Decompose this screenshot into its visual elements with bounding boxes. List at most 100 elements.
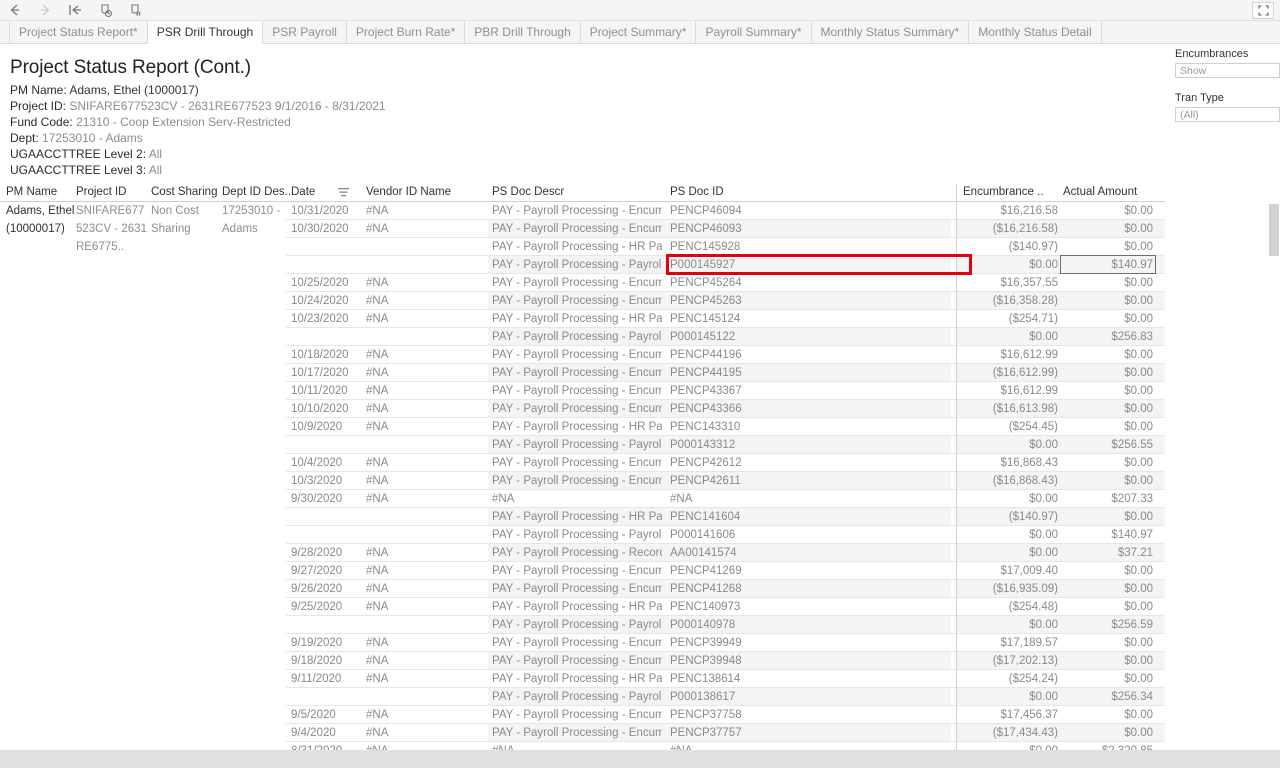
column-divider (956, 634, 957, 652)
column-divider (956, 670, 957, 688)
table-row[interactable]: 10/25/2020 #NA PAY - Payroll Processing - … (0, 274, 1165, 292)
table-row[interactable]: 10/31/2020 #NA PAY - Payroll Processing - … (0, 202, 1165, 220)
column-divider (956, 562, 957, 580)
cell-enc: $17,189.57 (1000, 637, 1058, 649)
dept-value: 17253010 - (42, 131, 103, 145)
horizontal-scrollbar[interactable] (0, 750, 1280, 768)
cell-date: 9/30/2020 (291, 493, 343, 505)
column-header-encumbrance[interactable]: Encumbrance .. (963, 186, 1044, 198)
table-row[interactable]: PAY - Payroll Processing - Payroll .. P00… (0, 526, 1165, 544)
table-row[interactable]: 10/10/2020 #NA PAY - Payroll Processing - … (0, 400, 1165, 418)
fullscreen-icon (1257, 5, 1269, 16)
horizontal-scrollbar-thumb[interactable] (0, 750, 1280, 768)
table-row[interactable]: 10/11/2020 #NA PAY - Payroll Processing - … (0, 382, 1165, 400)
cell-enc: $0.00 (1029, 691, 1058, 703)
cell-act: $0.00 (1124, 277, 1153, 289)
cell-vendor: #NA (366, 475, 389, 487)
table-row[interactable]: PAY - Payroll Processing - Payroll .. P00… (0, 436, 1165, 454)
worksheet-tab-project-burn-rate[interactable]: Project Burn Rate* (345, 21, 466, 43)
cell-enc: $16,612.99 (1000, 349, 1058, 361)
cell-act: $0.00 (1124, 367, 1153, 379)
cell-date: 10/4/2020 (291, 457, 343, 469)
column-header-ps-doc-descr[interactable]: PS Doc Descr (492, 186, 564, 198)
table-row[interactable]: 10/30/2020 #NA PAY - Payroll Processing - … (0, 220, 1165, 238)
cell-descr: PAY - Payroll Processing - HR Pay.. (492, 673, 662, 685)
cell-docid: PENCP46094 (670, 205, 742, 217)
cell-date: 10/10/2020 (291, 403, 349, 415)
column-divider (956, 724, 957, 742)
column-header-actual-amount[interactable]: Actual Amount (1063, 186, 1137, 198)
table-row[interactable]: 9/4/2020 #NA PAY - Payroll Processing - En… (0, 724, 1165, 742)
cell-vendor: #NA (366, 583, 389, 595)
worksheet-tab-payroll-summary[interactable]: Payroll Summary* (695, 21, 812, 43)
table-row[interactable]: 9/5/2020 #NA PAY - Payroll Processing - En… (0, 706, 1165, 724)
table-row[interactable]: PAY - Payroll Processing - Payroll .. P00… (0, 616, 1165, 634)
table-row[interactable]: PAY - Payroll Processing - Payroll .. P00… (0, 256, 1165, 274)
column-header-dept-id-des[interactable]: Dept ID Des.. (222, 186, 291, 198)
table-row[interactable]: 10/17/2020 #NA PAY - Payroll Processing - … (0, 364, 1165, 382)
cell-docid: PENCP37757 (670, 727, 742, 739)
table-row[interactable]: 10/3/2020 #NA PAY - Payroll Processing - E… (0, 472, 1165, 490)
refresh-data-icon[interactable] (90, 0, 120, 21)
column-header-project-id[interactable]: Project ID (76, 186, 127, 198)
cell-docid: PENCP44195 (670, 367, 742, 379)
table-row[interactable]: 9/30/2020 #NA #NA #NA $0.00 $207.33 (0, 490, 1165, 508)
fullscreen-button[interactable] (1252, 2, 1274, 19)
table-row[interactable]: 9/11/2020 #NA PAY - Payroll Processing - H… (0, 670, 1165, 688)
cell-descr: PAY - Payroll Processing - Encum.. (492, 277, 662, 289)
table-row[interactable]: 10/23/2020 #NA PAY - Payroll Processing - … (0, 310, 1165, 328)
worksheet-tab-pbr-drill-through[interactable]: PBR Drill Through (464, 21, 581, 43)
cell-enc: ($254.48) (1008, 601, 1058, 613)
worksheet-tab-monthly-status-detail[interactable]: Monthly Status Detail (968, 21, 1102, 43)
table-row[interactable]: 9/25/2020 #NA PAY - Payroll Processing - H… (0, 598, 1165, 616)
cell-vendor: #NA (366, 403, 389, 415)
table-row[interactable]: PAY - Payroll Processing - HR Pay.. PENC1… (0, 508, 1165, 526)
filter-panel: Encumbrances Show Tran Type (All) (1175, 48, 1280, 136)
cell-enc: $0.00 (1029, 547, 1058, 559)
cell-act: $0.00 (1124, 313, 1153, 325)
cell-date: 10/23/2020 (291, 313, 349, 325)
cell-docid: PENC141604 (670, 511, 741, 523)
table-row[interactable]: PAY - Payroll Processing - Payroll .. P00… (0, 688, 1165, 706)
table-row[interactable]: PAY - Payroll Processing - HR Pay.. PENC1… (0, 238, 1165, 256)
cell-vendor (366, 238, 486, 256)
table-row[interactable]: 9/27/2020 #NA PAY - Payroll Processing - E… (0, 562, 1165, 580)
table-row[interactable]: 10/18/2020 #NA PAY - Payroll Processing - … (0, 346, 1165, 364)
cell-date: 10/24/2020 (291, 295, 349, 307)
column-header-cost-sharing[interactable]: Cost Sharing (151, 186, 217, 198)
cell-date (291, 688, 353, 706)
cell-vendor: #NA (366, 277, 389, 289)
column-divider (956, 220, 957, 238)
sort-descending-icon[interactable] (338, 187, 349, 201)
pm-name-line: PM Name: Adams, Ethel (1000017) (10, 82, 710, 98)
table-row[interactable]: 10/24/2020 #NA PAY - Payroll Processing - … (0, 292, 1165, 310)
vertical-scrollbar[interactable] (1268, 184, 1280, 768)
column-header-pm-name[interactable]: PM Name (6, 186, 57, 198)
column-header-vendor-id-name[interactable]: Vendor ID Name (366, 186, 451, 198)
table-row[interactable]: 9/18/2020 #NA PAY - Payroll Processing - E… (0, 652, 1165, 670)
table-row[interactable]: 9/28/2020 #NA PAY - Payroll Processing - R… (0, 544, 1165, 562)
table-row[interactable]: PAY - Payroll Processing - Payroll .. P00… (0, 328, 1165, 346)
back-arrow-icon[interactable] (0, 0, 30, 21)
tran-type-filter-dropdown[interactable]: (All) (1175, 107, 1280, 122)
worksheet-tab-monthly-status-summary[interactable]: Monthly Status Summary* (810, 21, 970, 43)
table-row[interactable]: 10/9/2020 #NA PAY - Payroll Processing - H… (0, 418, 1165, 436)
column-header-ps-doc-id[interactable]: PS Doc ID (670, 186, 724, 198)
cell-docid: PENC138614 (670, 673, 741, 685)
worksheet-tab-psr-payroll[interactable]: PSR Payroll (262, 21, 347, 43)
vertical-scrollbar-thumb[interactable] (1269, 204, 1279, 256)
worksheet-tab-project-summary[interactable]: Project Summary* (579, 21, 697, 43)
table-row[interactable]: 10/4/2020 #NA PAY - Payroll Processing - E… (0, 454, 1165, 472)
cell-act: $0.00 (1124, 403, 1153, 415)
column-header-date[interactable]: Date (291, 186, 315, 198)
pause-updates-icon[interactable] (120, 0, 150, 21)
cell-descr: PAY - Payroll Processing - Encum.. (492, 385, 662, 397)
encumbrances-filter-dropdown[interactable]: Show (1175, 63, 1280, 78)
cell-descr: PAY - Payroll Processing - Encum.. (492, 205, 662, 217)
table-row[interactable]: 9/19/2020 #NA PAY - Payroll Processing - E… (0, 634, 1165, 652)
worksheet-tab-psr-drill-through[interactable]: PSR Drill Through (146, 21, 264, 44)
worksheet-tab-project-status-report[interactable]: Project Status Report* (9, 21, 148, 43)
table-row[interactable]: 9/26/2020 #NA PAY - Payroll Processing - E… (0, 580, 1165, 598)
revert-all-icon[interactable] (60, 0, 90, 21)
cell-descr: PAY - Payroll Processing - Encum.. (492, 655, 662, 667)
